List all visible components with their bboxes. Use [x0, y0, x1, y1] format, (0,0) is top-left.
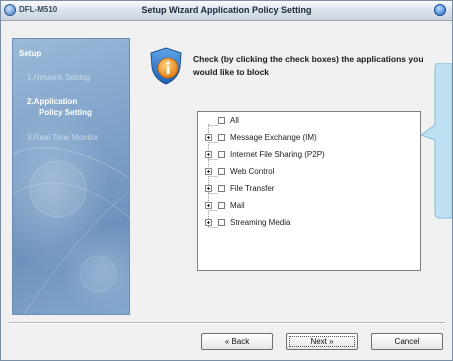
focus-ring — [289, 336, 355, 347]
expand-icon[interactable] — [205, 219, 212, 226]
checkbox-p2p[interactable] — [218, 151, 225, 158]
next-button[interactable]: Next » — [286, 333, 358, 350]
step-real-time-monitor: 3.Real Time Monitor — [27, 133, 99, 142]
wizard-steps-sidebar: Setup 1.Network Setting 2.Application Po… — [12, 38, 130, 315]
footer-separator — [9, 322, 445, 324]
tree-label: Streaming Media — [230, 218, 291, 227]
back-button[interactable]: « Back — [201, 333, 273, 350]
help-callout — [421, 63, 452, 219]
tree-label: Web Control — [230, 167, 275, 176]
expand-icon[interactable] — [205, 134, 212, 141]
checkbox-all[interactable] — [218, 117, 225, 124]
expand-icon[interactable] — [205, 168, 212, 175]
cancel-button[interactable]: Cancel — [371, 333, 443, 350]
step-application-policy-line2: Policy Setting — [39, 108, 92, 117]
tree-label: Message Exchange (IM) — [230, 133, 317, 142]
checkbox-file-transfer[interactable] — [218, 185, 225, 192]
tree-label: File Transfer — [230, 184, 275, 193]
sidebar-heading: Setup — [19, 49, 42, 58]
application-tree[interactable]: All Message Exchange (IM) Internet File … — [197, 111, 421, 271]
expand-icon[interactable] — [205, 202, 212, 209]
help-icon[interactable] — [434, 4, 446, 16]
info-shield-icon — [150, 47, 182, 85]
checkbox-mail[interactable] — [218, 202, 225, 209]
checkbox-web-control[interactable] — [218, 168, 225, 175]
instruction-text: Check (by clicking the check boxes) the … — [193, 54, 424, 77]
title-bar[interactable]: DFL-M510 Setup Wizard Application Policy… — [1, 1, 452, 21]
window-title: Setup Wizard Application Policy Setting — [141, 5, 312, 15]
tree-label-all: All — [230, 116, 239, 125]
setup-wizard-window: DFL-M510 Setup Wizard Application Policy… — [0, 0, 453, 361]
step-application-policy-line1: 2.Application — [27, 97, 78, 106]
checkbox-message-exchange[interactable] — [218, 134, 225, 141]
tree-label: Internet File Sharing (P2P) — [230, 150, 325, 159]
tree-label: Mail — [230, 201, 245, 210]
expand-icon[interactable] — [205, 185, 212, 192]
checkbox-streaming-media[interactable] — [218, 219, 225, 226]
step-network-setting: 1.Network Setting — [27, 73, 91, 82]
expand-icon[interactable] — [205, 151, 212, 158]
